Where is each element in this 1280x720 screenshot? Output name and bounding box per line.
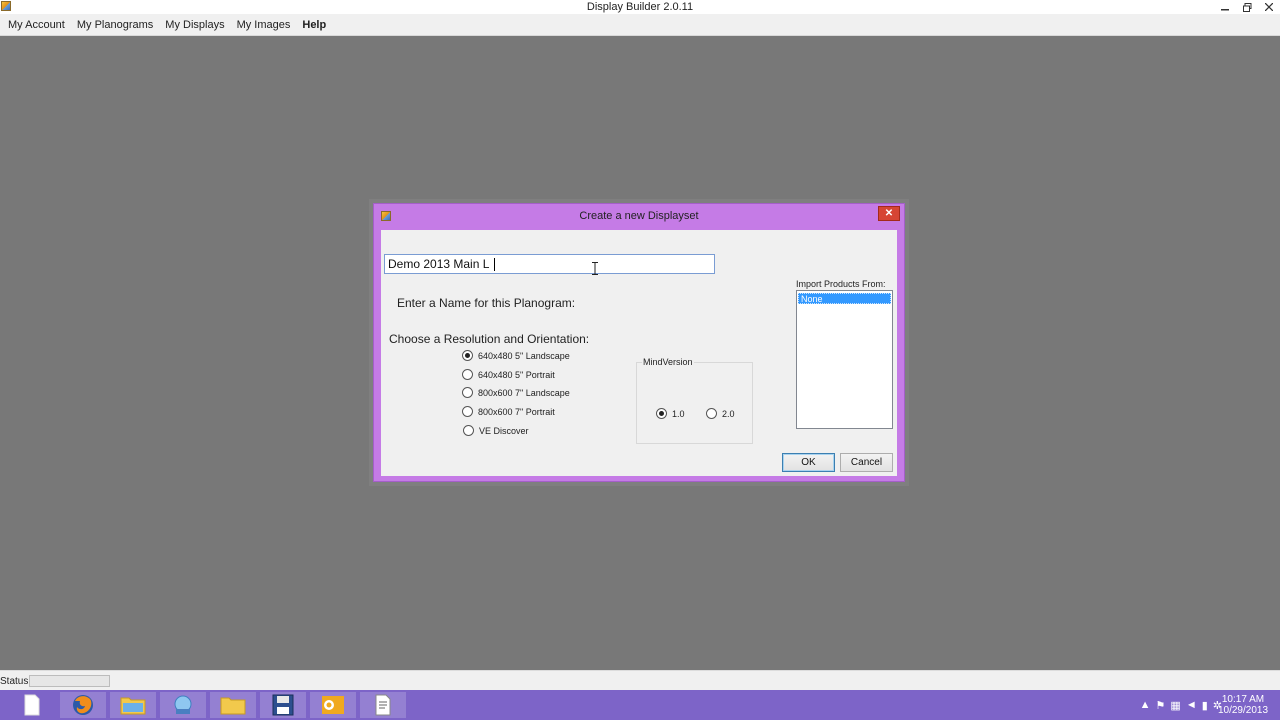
resolution-label: Choose a Resolution and Orientation: [389, 332, 590, 346]
radio-button[interactable] [462, 350, 473, 361]
radio-label: 640x480 5" Portrait [478, 369, 555, 380]
taskbar-firefox[interactable] [60, 692, 106, 718]
text-caret [494, 258, 495, 271]
cancel-button[interactable]: Cancel [840, 453, 893, 472]
restore-button[interactable] [1236, 0, 1258, 14]
radio-label: 2.0 [722, 408, 735, 419]
menu-my-account[interactable]: My Account [2, 14, 71, 36]
volume-icon[interactable]: ◄ [1186, 699, 1197, 711]
restore-icon [1242, 2, 1251, 12]
taskbar-clock[interactable]: 10:17 AM 10/29/2013 [1216, 694, 1270, 716]
radio-button[interactable] [463, 425, 474, 436]
ibeam-cursor-icon [592, 262, 598, 275]
radio-label: 800x600 7" Landscape [478, 387, 570, 398]
radio-ve-discover[interactable]: VE Discover [463, 425, 529, 436]
radio-800x600-landscape[interactable]: 800x600 7" Landscape [462, 387, 570, 398]
radio-button[interactable] [462, 387, 473, 398]
clock-date: 10/29/2013 [1217, 705, 1269, 716]
save-icon [272, 694, 294, 716]
taskbar-save[interactable] [260, 692, 306, 718]
app-title: Display Builder 2.0.11 [586, 1, 694, 13]
system-tray: ▲ ⚑ ▦ ◄ ▮ ✲ [1140, 690, 1222, 720]
close-icon [1265, 3, 1273, 11]
name-label: Enter a Name for this Planogram: [397, 296, 576, 310]
radio-640x480-landscape[interactable]: 640x480 5" Landscape [462, 350, 570, 361]
radio-button[interactable] [706, 408, 717, 419]
clock-time: 10:17 AM [1221, 694, 1265, 705]
list-item[interactable]: None [798, 293, 891, 304]
status-bar: Status [0, 670, 1280, 690]
network-icon [174, 695, 192, 714]
document-icon [375, 694, 391, 716]
mind-version-legend: MindVersion [642, 357, 694, 367]
folder-icon [120, 697, 146, 715]
dialog-title: Create a new Displayset [579, 210, 699, 222]
ok-button[interactable]: OK [782, 453, 835, 472]
radio-mind-1-0[interactable]: 1.0 [656, 408, 685, 419]
app-titlebar: Display Builder 2.0.11 [0, 0, 1280, 14]
outlook-icon [322, 696, 344, 714]
menu-my-images[interactable]: My Images [231, 14, 297, 36]
taskbar-folder[interactable] [110, 692, 156, 718]
radio-label: 1.0 [672, 408, 685, 419]
menu-bar: My Account My Planograms My Displays My … [0, 14, 1280, 36]
close-button[interactable] [1258, 0, 1280, 14]
explorer-icon [220, 697, 246, 715]
radio-label: 800x600 7" Portrait [478, 406, 555, 417]
taskbar-document[interactable] [360, 692, 406, 718]
taskbar-file[interactable] [9, 692, 55, 718]
app-tray-icon[interactable]: ▦ [1170, 699, 1180, 712]
flag-icon[interactable]: ⚑ [1156, 699, 1166, 712]
taskbar-outlook[interactable] [310, 692, 356, 718]
radio-mind-2-0[interactable]: 2.0 [706, 408, 735, 419]
status-label: Status [0, 676, 29, 687]
taskbar-explorer[interactable] [210, 692, 256, 718]
dialog-body: Enter a Name for this Planogram: Choose … [381, 230, 897, 476]
radio-button[interactable] [656, 408, 667, 419]
radio-button[interactable] [462, 369, 473, 380]
create-displayset-dialog: Create a new Displayset ✕ Enter a Name f… [373, 203, 905, 482]
taskbar: ▲ ⚑ ▦ ◄ ▮ ✲ 10:17 AM 10/29/2013 [0, 690, 1280, 720]
status-progress-bar [29, 675, 110, 687]
taskbar-network[interactable] [160, 692, 206, 718]
close-icon: ✕ [884, 208, 894, 219]
menu-my-displays[interactable]: My Displays [159, 14, 230, 36]
dialog-close-button[interactable]: ✕ [878, 206, 900, 221]
menu-help[interactable]: Help [296, 14, 332, 36]
import-products-list[interactable]: None [796, 290, 893, 429]
window-controls [1214, 0, 1280, 14]
radio-640x480-portrait[interactable]: 640x480 5" Portrait [462, 369, 555, 380]
network-tray-icon[interactable]: ▮ [1202, 699, 1208, 712]
radio-label: 640x480 5" Landscape [478, 350, 570, 361]
import-products-label: Import Products From: [796, 279, 886, 289]
radio-800x600-portrait[interactable]: 800x600 7" Portrait [462, 406, 555, 417]
minimize-icon [1221, 9, 1229, 11]
radio-label: VE Discover [479, 425, 529, 436]
file-icon [24, 694, 40, 716]
minimize-button[interactable] [1214, 0, 1236, 14]
chevron-up-icon[interactable]: ▲ [1140, 699, 1151, 711]
firefox-icon [73, 695, 93, 715]
planogram-name-input[interactable] [384, 254, 715, 274]
mind-version-group: MindVersion 1.0 2.0 [636, 357, 753, 444]
radio-button[interactable] [462, 406, 473, 417]
menu-my-planograms[interactable]: My Planograms [71, 14, 159, 36]
